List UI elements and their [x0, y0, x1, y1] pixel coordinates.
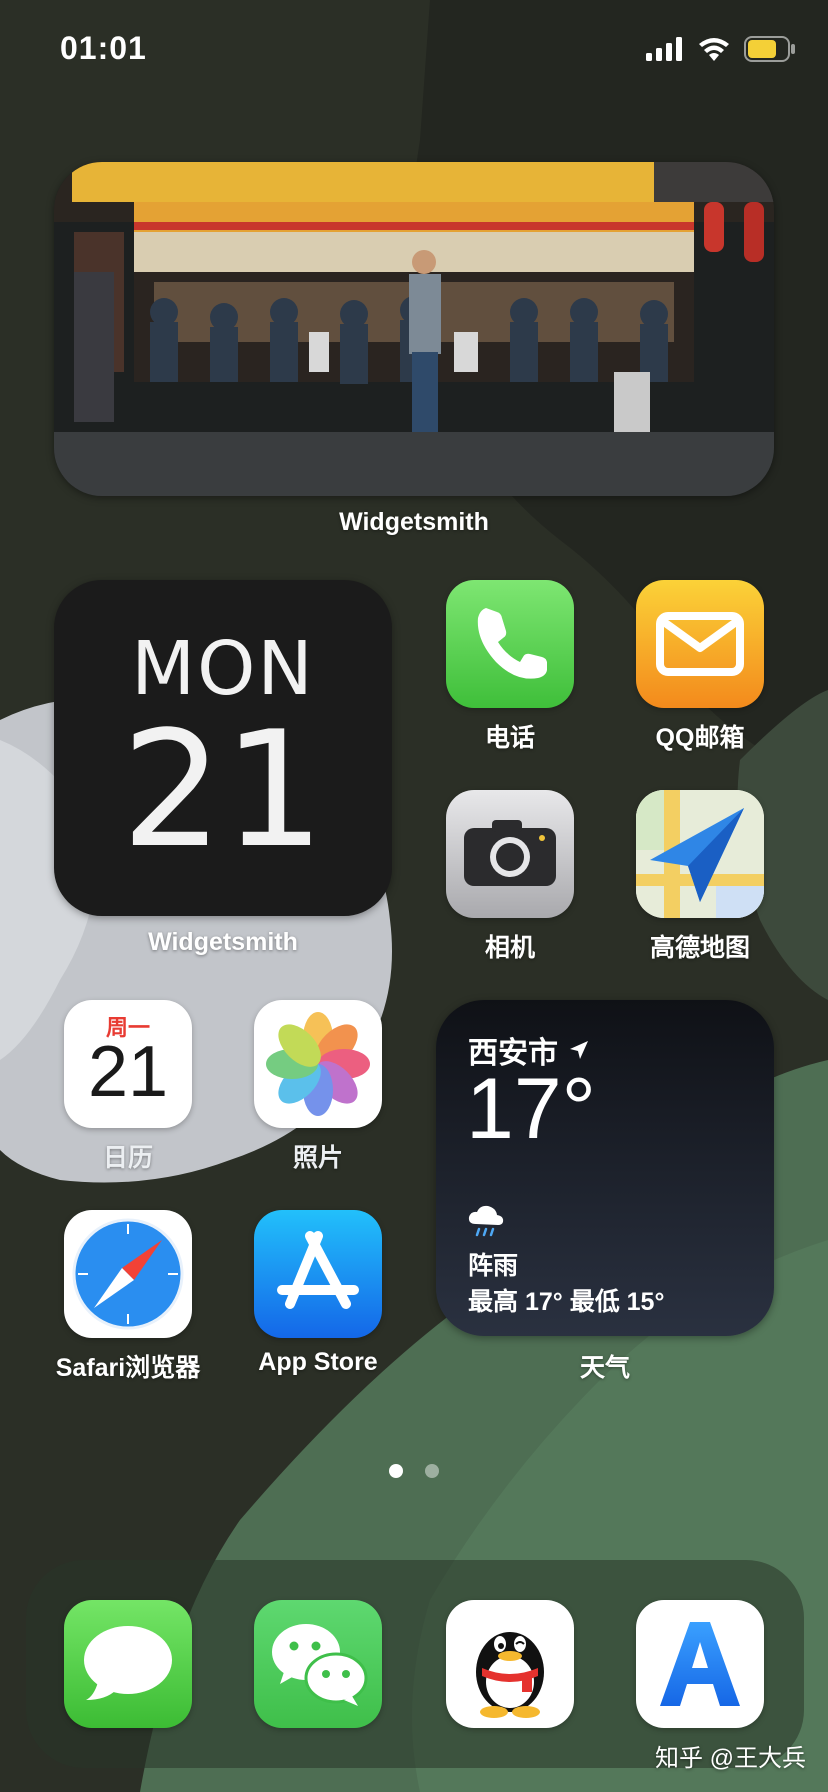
app-photos-label: 照片 — [292, 1144, 343, 1172]
amap-tile — [636, 790, 764, 918]
photo-widget-label: Widgetsmith — [339, 508, 489, 536]
watermark: 知乎 @王大兵 — [654, 1745, 806, 1772]
photos-flower-icon — [266, 1012, 370, 1116]
app-camera[interactable]: 相机 — [446, 790, 574, 962]
rain-cloud-icon — [468, 1205, 504, 1237]
battery-icon — [744, 36, 795, 62]
dock-qq[interactable] — [446, 1600, 574, 1728]
photo-widget[interactable] — [54, 162, 774, 496]
app-amap-label: 高德地图 — [649, 934, 750, 962]
app-amap[interactable]: 高德地图 — [636, 790, 764, 962]
app-store-tile — [254, 1210, 382, 1338]
wifi-icon — [699, 38, 729, 61]
app-phone-label: 电话 — [484, 724, 535, 752]
izakaya-photo — [54, 162, 774, 496]
qq-tile — [446, 1600, 574, 1728]
wechat-icon — [272, 1624, 368, 1706]
app-qq-mail-label: QQ邮箱 — [655, 724, 745, 752]
weather-widget[interactable]: 西安市 17° 阵雨 最高 17° 最低 15° — [436, 1000, 774, 1336]
camera-icon — [464, 820, 556, 886]
app-photos[interactable]: 照片 — [254, 1000, 382, 1172]
camera-tile — [446, 790, 574, 918]
date-widget[interactable]: MON 21 — [54, 580, 392, 916]
qq-mail-tile — [636, 580, 764, 708]
speech-bubble-icon — [84, 1626, 172, 1700]
wechat-tile — [254, 1600, 382, 1728]
app-phone[interactable]: 电话 — [446, 580, 574, 752]
dock-wechat[interactable] — [254, 1600, 382, 1728]
location-arrow-icon — [570, 1041, 588, 1059]
app-camera-label: 相机 — [484, 934, 535, 962]
date-widget-label: Widgetsmith — [148, 928, 298, 956]
page-dot-2[interactable] — [425, 1464, 439, 1478]
app-calendar[interactable]: 周一 21 日历 — [64, 1000, 192, 1172]
status-time: 01:01 — [60, 30, 147, 66]
dock-letter-a-app[interactable] — [636, 1600, 764, 1728]
weather-temperature: 17° — [466, 1061, 597, 1157]
messages-tile — [64, 1600, 192, 1728]
app-safari-label: Safari浏览器 — [55, 1354, 201, 1382]
penguin-icon — [476, 1632, 544, 1718]
weather-condition: 阵雨 — [468, 1252, 519, 1280]
date-widget-date: 21 — [121, 696, 325, 883]
mail-envelope-icon — [656, 612, 744, 676]
app-calendar-label: 日历 — [102, 1144, 153, 1172]
letter-a-tile — [636, 1600, 764, 1728]
phone-icon — [477, 608, 547, 679]
safari-tile — [64, 1210, 192, 1338]
page-dot-1[interactable] — [389, 1464, 403, 1478]
app-safari[interactable]: Safari浏览器 — [56, 1210, 200, 1382]
letter-a-icon — [660, 1622, 740, 1706]
app-app-store[interactable]: App Store — [254, 1210, 382, 1376]
weather-widget-label: 天气 — [579, 1354, 630, 1382]
app-store-icon — [277, 1231, 359, 1309]
dock-messages[interactable] — [64, 1600, 192, 1728]
map-arrow-icon — [636, 790, 764, 918]
compass-icon — [72, 1218, 184, 1330]
app-app-store-label: App Store — [258, 1348, 378, 1376]
cellular-signal-icon — [646, 37, 682, 61]
status-icons — [646, 36, 796, 62]
phone-tile — [446, 580, 574, 708]
calendar-date: 21 — [87, 1032, 169, 1112]
calendar-tile: 周一 21 — [64, 1000, 192, 1128]
weather-high-low: 最高 17° 最低 15° — [468, 1288, 665, 1316]
photos-tile — [254, 1000, 382, 1128]
app-qq-mail[interactable]: QQ邮箱 — [636, 580, 764, 752]
